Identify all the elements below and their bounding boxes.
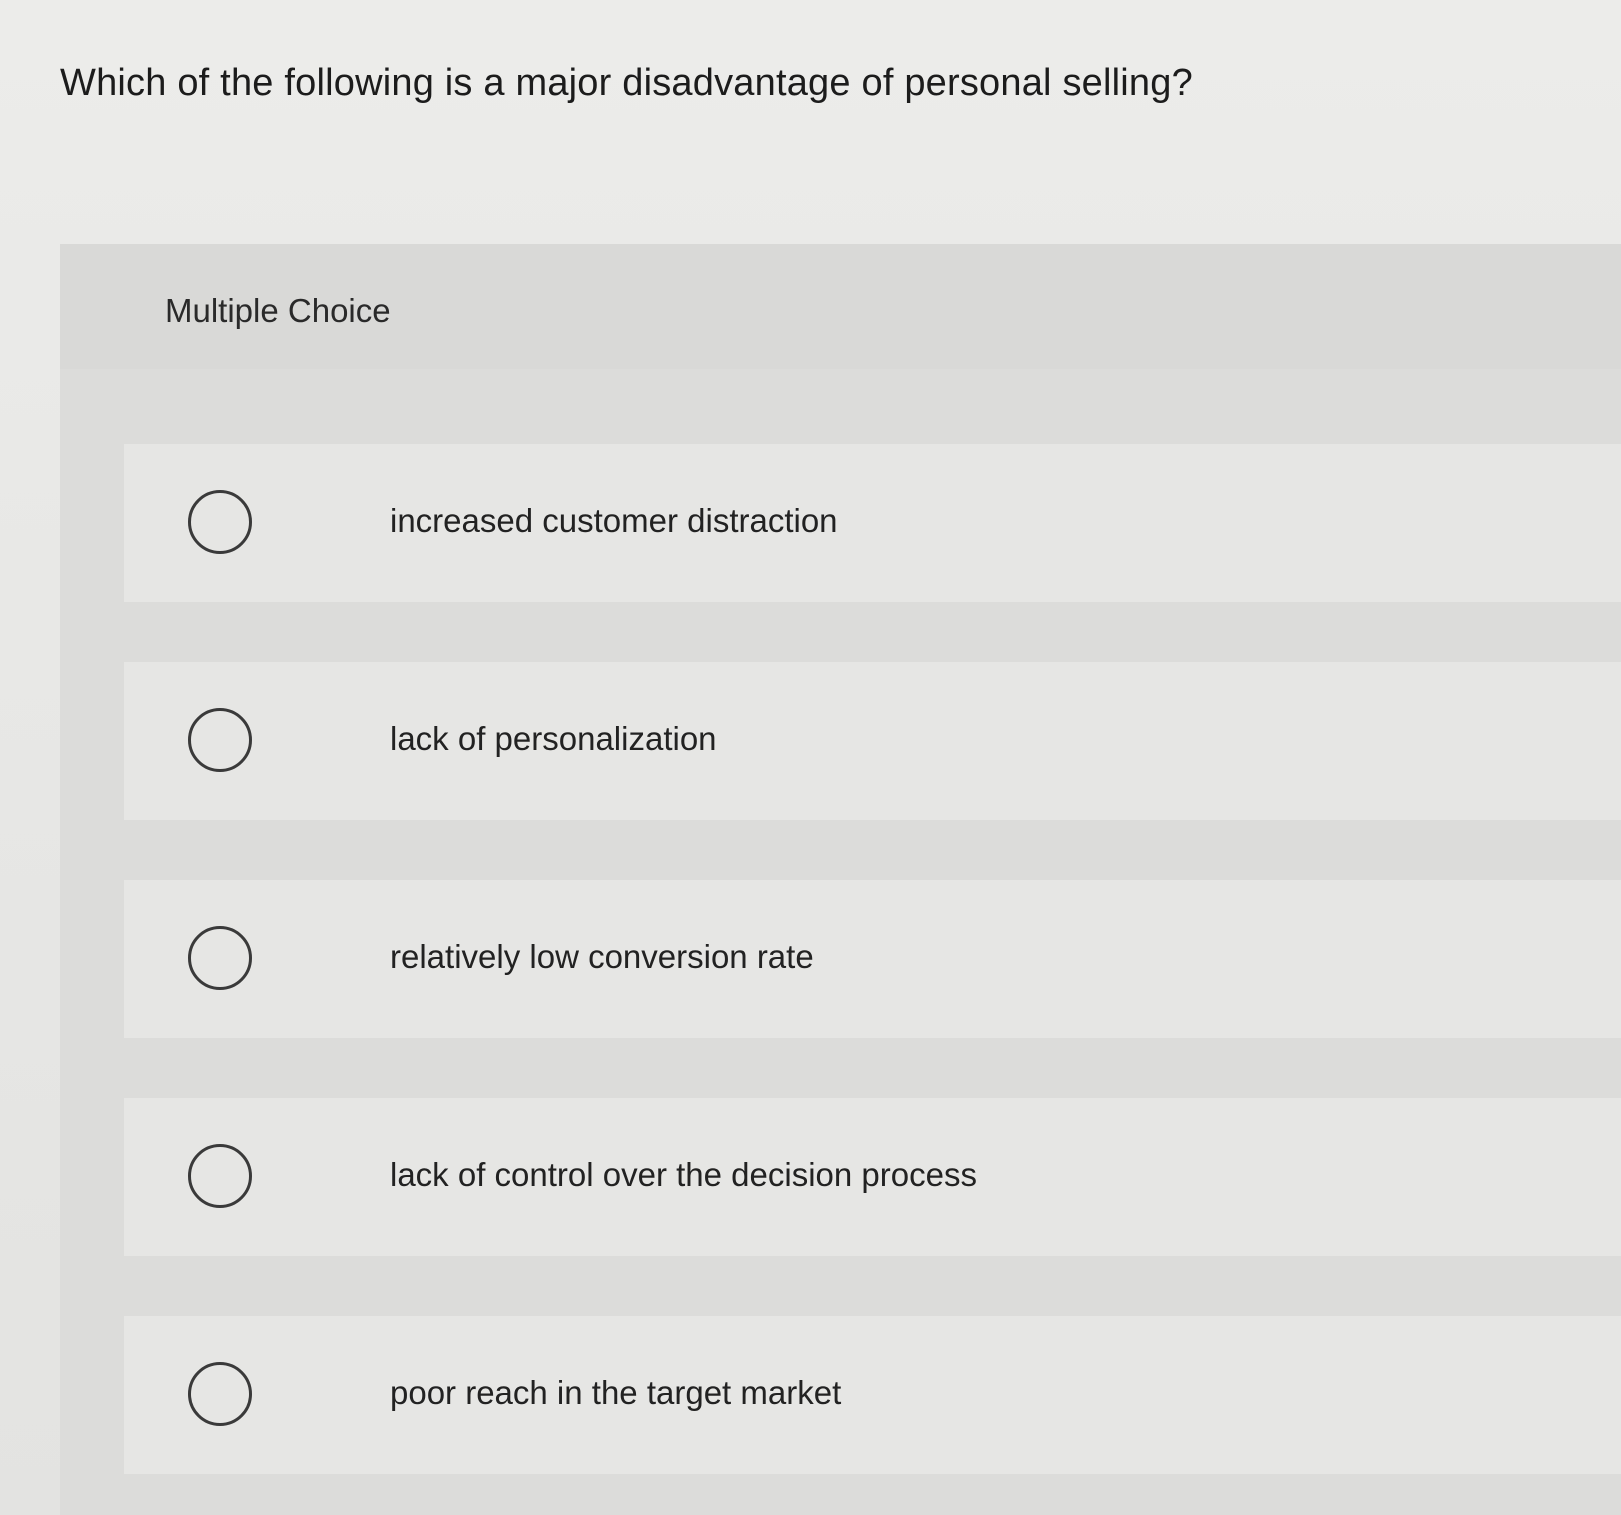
choice-option-3[interactable]: relatively low conversion rate [124,880,1621,1038]
multiple-choice-panel: Multiple Choice increased customer distr… [60,244,1621,1515]
choice-option-5[interactable]: poor reach in the target market [124,1316,1621,1474]
choice-label: relatively low conversion rate [390,938,814,975]
panel-header: Multiple Choice [60,244,1621,369]
choice-option-2[interactable]: lack of personalization [124,662,1621,820]
choice-label: lack of personalization [390,720,717,757]
question-text: Which of the following is a major disadv… [60,62,1193,104]
radio-unchecked-icon[interactable] [188,1362,252,1426]
choice-label: increased customer distraction [390,502,838,539]
choice-option-4[interactable]: lack of control over the decision proces… [124,1098,1621,1256]
radio-unchecked-icon[interactable] [188,708,252,772]
panel-title: Multiple Choice [165,292,391,329]
choice-option-1[interactable]: increased customer distraction [124,444,1621,602]
radio-unchecked-icon[interactable] [188,926,252,990]
radio-unchecked-icon[interactable] [188,490,252,554]
choice-label: lack of control over the decision proces… [390,1156,977,1193]
radio-unchecked-icon[interactable] [188,1144,252,1208]
choice-label: poor reach in the target market [390,1374,842,1411]
